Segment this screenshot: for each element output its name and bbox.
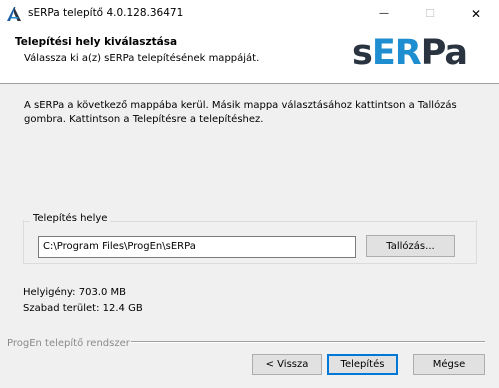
- logo-part-1: s: [352, 33, 373, 73]
- serpa-logo: sERPa: [352, 30, 468, 76]
- logo-part-3: Pa: [420, 33, 468, 73]
- maximize-button: ☐: [407, 0, 453, 27]
- page-header: Telepítési hely kiválasztása Válassza ki…: [0, 27, 499, 84]
- space-free: Szabad terület: 12.4 GB: [23, 303, 143, 314]
- app-icon: [7, 7, 21, 21]
- cancel-button[interactable]: Mégse: [413, 354, 485, 375]
- title-bar: sERPa telepítő 4.0.128.36471 — ☐ ✕: [0, 0, 499, 27]
- maximize-icon: ☐: [425, 7, 435, 20]
- window-title: sERPa telepítő 4.0.128.36471: [28, 7, 184, 19]
- space-required: Helyigény: 703.0 MB: [23, 287, 127, 298]
- close-button[interactable]: ✕: [453, 0, 499, 27]
- install-location-label: Telepítés helye: [30, 213, 111, 224]
- description-text: A sERPa a következő mappába kerül. Másik…: [24, 100, 457, 125]
- install-path-input[interactable]: [38, 236, 356, 258]
- minimize-icon: —: [379, 8, 389, 19]
- page-subtitle: Válassza ki a(z) sERPa telepítésének map…: [24, 53, 260, 64]
- browse-button[interactable]: Tallózás...: [366, 235, 455, 257]
- back-button[interactable]: < Vissza: [252, 354, 322, 375]
- install-button[interactable]: Telepítés: [327, 354, 398, 375]
- minimize-button[interactable]: —: [361, 0, 407, 27]
- brand-label: ProgEn telepítő rendszer: [7, 338, 130, 349]
- logo-part-2: ER: [371, 33, 422, 73]
- close-icon: ✕: [470, 6, 482, 21]
- footer-separator: [131, 341, 485, 343]
- page-title: Telepítési hely kiválasztása: [15, 36, 178, 48]
